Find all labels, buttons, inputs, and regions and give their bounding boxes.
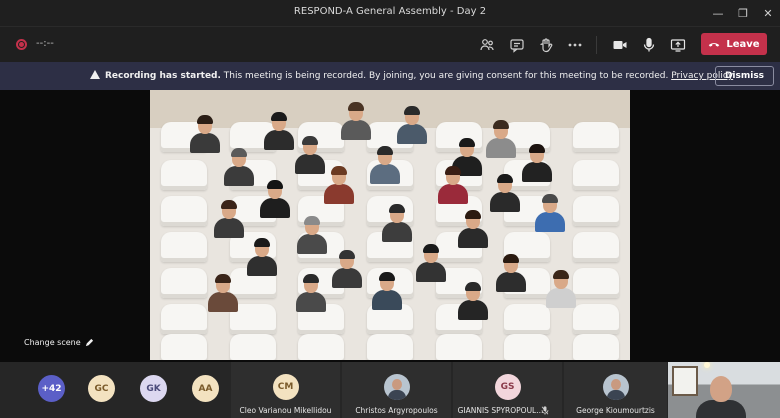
participant-avatar[interactable]: GC [88, 375, 115, 402]
recording-icon [16, 39, 27, 50]
participant-video [212, 200, 246, 238]
participant-video [520, 144, 554, 182]
participant-video [322, 166, 356, 204]
participant-video [262, 112, 296, 150]
participants-icon[interactable] [474, 32, 500, 58]
participant-video [544, 270, 578, 308]
participant-video [533, 194, 567, 232]
participant-video [456, 210, 490, 248]
self-head [710, 376, 732, 402]
dismiss-button[interactable]: Dismiss [715, 66, 774, 86]
participant-video [484, 120, 518, 158]
participant-photo [602, 374, 629, 400]
participant-video [206, 274, 240, 312]
microphone-icon[interactable] [636, 32, 662, 58]
warning-icon [90, 70, 100, 79]
banner-message: Recording has started. This meeting is b… [90, 70, 733, 81]
participant-avatar: CM [272, 374, 299, 400]
participant-strip: +42 GC GK AA CM Cleo Varianou Mikellidou… [0, 362, 780, 418]
participant-avatar[interactable]: AA [192, 375, 219, 402]
pencil-icon [85, 338, 93, 347]
participant-video [258, 180, 292, 218]
banner-text: This meeting is being recorded. By joini… [220, 71, 672, 81]
participant-avatar[interactable]: GK [140, 375, 167, 402]
participant-video [370, 272, 404, 310]
change-scene-label: Change scene [24, 338, 81, 347]
participant-video [494, 254, 528, 292]
participant-video [222, 148, 256, 186]
participant-tile[interactable]: George Kioumourtzis [564, 362, 667, 418]
participant-video [456, 282, 490, 320]
together-mode-scene [150, 90, 630, 360]
chat-icon[interactable] [504, 32, 530, 58]
participant-video [395, 106, 429, 144]
participant-name: George Kioumourtzis [576, 406, 655, 415]
participant-video [436, 166, 470, 204]
change-scene-button[interactable]: Change scene [24, 338, 94, 347]
participant-name: Cleo Varianou Mikellidou [239, 406, 332, 415]
camera-icon[interactable] [607, 32, 633, 58]
participant-video [380, 204, 414, 242]
participant-video [294, 274, 328, 312]
participant-photo [383, 374, 410, 400]
ceiling-lamp [704, 362, 710, 368]
participant-video [414, 244, 448, 282]
toolbar-divider [596, 36, 597, 54]
participant-video [295, 216, 329, 254]
participant-tile[interactable]: CM Cleo Varianou Mikellidou [231, 362, 340, 418]
participant-avatar: GS [494, 374, 521, 400]
leave-button[interactable]: Leave [701, 33, 767, 55]
meeting-timer: --:-- [36, 38, 54, 49]
participant-video [339, 102, 373, 140]
participant-video [188, 115, 222, 153]
banner-heading: Recording has started. [105, 71, 221, 81]
participant-tile[interactable]: Christos Argyropoulos [342, 362, 451, 418]
close-icon[interactable]: ✕ [754, 0, 780, 26]
participant-video [245, 238, 279, 276]
hang-up-icon [709, 43, 720, 47]
participant-video [368, 146, 402, 184]
share-screen-icon[interactable] [665, 32, 691, 58]
participant-tile[interactable]: GS GIANNIS SPYROPOUL... [453, 362, 562, 418]
meeting-toolbar: --:-- Leave [0, 26, 780, 62]
self-body [696, 400, 746, 418]
muted-microphone-icon [541, 406, 549, 415]
background-window [672, 366, 698, 396]
raise-hand-icon[interactable] [533, 32, 559, 58]
maximize-icon[interactable]: ❐ [729, 0, 757, 26]
leave-label: Leave [726, 38, 760, 50]
minimize-icon[interactable]: — [704, 0, 732, 26]
seat-row [150, 334, 630, 360]
more-participants-badge[interactable]: +42 [38, 375, 65, 402]
participant-name: Christos Argyropoulos [355, 406, 438, 415]
self-video-preview[interactable] [668, 362, 780, 418]
more-options-icon[interactable] [562, 32, 588, 58]
window-title: RESPOND-A General Assembly - Day 2 [293, 6, 487, 17]
recording-banner: Recording has started. This meeting is b… [0, 62, 780, 90]
participant-video [330, 250, 364, 288]
title-bar: RESPOND-A General Assembly - Day 2 — ❐ ✕ [0, 0, 780, 26]
participant-video [488, 174, 522, 212]
video-stage: Change scene [0, 90, 780, 362]
